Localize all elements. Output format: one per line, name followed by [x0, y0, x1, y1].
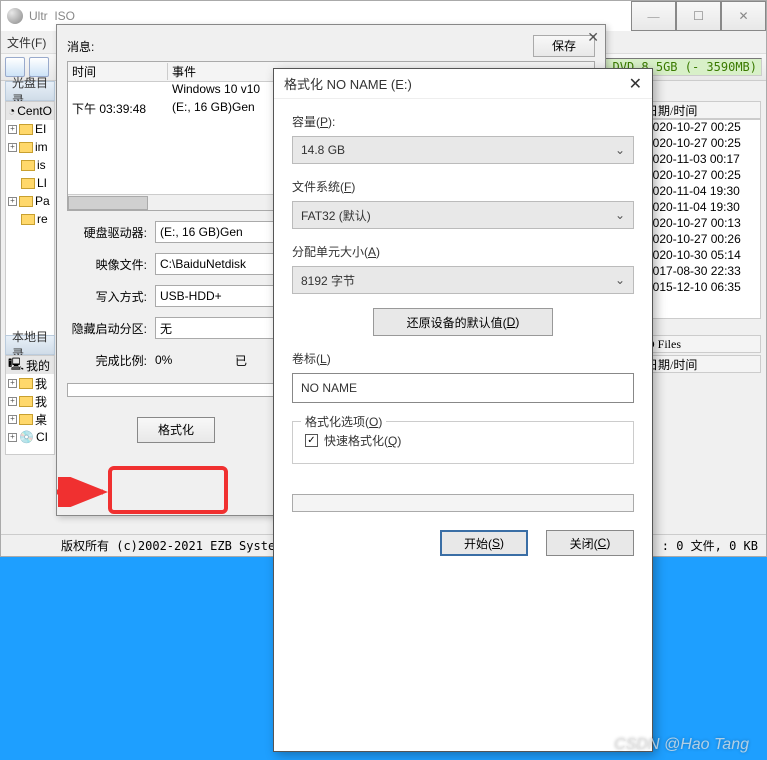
volume-label-input[interactable]: NO NAME — [292, 373, 634, 403]
local-pane-header: 本地目录 — [5, 335, 55, 355]
footer-stat: : 0 文件, 0 KB — [662, 537, 758, 554]
close-button[interactable]: 关闭(C) — [546, 530, 634, 556]
tree-row[interactable]: +桌 — [6, 410, 54, 428]
tree-row[interactable]: +我 — [6, 392, 54, 410]
col-time: 时间 — [68, 63, 168, 80]
disc-tree[interactable]: ◔CentO +EI +im is LI +Pa re — [5, 101, 55, 341]
checkbox-icon: ✓ — [305, 434, 318, 447]
tree-row[interactable]: re — [6, 210, 54, 228]
disc-pane-header: 光盘目录 — [5, 81, 55, 101]
local-list-header: D Files — [641, 335, 761, 353]
label-progress: 完成比例: — [67, 352, 147, 369]
chevron-down-icon: ⌄ — [615, 143, 625, 157]
start-button[interactable]: 开始(S) — [440, 530, 528, 556]
elapsed-label: 已 — [235, 352, 247, 369]
tree-row[interactable]: +EI — [6, 120, 54, 138]
arrow-icon — [55, 477, 115, 507]
list-item[interactable]: 2020-11-03 00:17 — [642, 152, 760, 168]
label-write: 写入方式: — [67, 288, 147, 305]
list-item[interactable]: 2020-10-30 05:14 — [642, 248, 760, 264]
label-drive: 硬盘驱动器: — [67, 224, 147, 241]
tree-row[interactable]: is — [6, 156, 54, 174]
list-header-date: 日期/时间 — [641, 101, 761, 119]
log-time: 下午 03:39:48 — [68, 100, 168, 118]
format-progress — [292, 494, 634, 512]
list-header-date2: 日期/时间 — [641, 355, 761, 373]
list-item[interactable]: 2020-11-04 19:30 — [642, 184, 760, 200]
chevron-down-icon: ⌄ — [615, 273, 625, 287]
list-item[interactable]: 2020-11-04 19:30 — [642, 200, 760, 216]
progress-pct: 0% — [155, 353, 235, 367]
watermark: CSDN @Hao Tang — [614, 736, 749, 754]
tree-row[interactable]: 🖳我的 — [6, 356, 54, 374]
tree-row[interactable]: +Pa — [6, 192, 54, 210]
label-capacity: 容量(P): — [292, 113, 634, 130]
local-tree[interactable]: 🖳我的 +我 +我 +桌 +💿CI — [5, 355, 55, 455]
list-item[interactable]: 2017-08-30 22:33 — [642, 264, 760, 280]
quick-format-checkbox[interactable]: ✓ 快速格式化(Q) — [305, 432, 621, 449]
minimize-button[interactable]: — — [631, 1, 676, 31]
chevron-down-icon: ⌄ — [615, 208, 625, 222]
format-dialog: 格式化 NO NAME (E:) ✕ 容量(P): 14.8 GB⌄ 文件系统(… — [273, 68, 653, 752]
tree-row[interactable]: +我 — [6, 374, 54, 392]
tree-row[interactable]: +im — [6, 138, 54, 156]
menu-file[interactable]: 文件(F) — [7, 34, 46, 51]
list-item[interactable]: 2020-10-27 00:25 — [642, 136, 760, 152]
list-item[interactable]: 2020-10-27 00:13 — [642, 216, 760, 232]
format-title: 格式化 NO NAME (E:) — [284, 74, 629, 93]
copyright: 版权所有 (c)2002-2021 EZB Systems — [1, 537, 290, 554]
format-titlebar: 格式化 NO NAME (E:) ✕ — [274, 69, 652, 99]
format-options-group: 格式化选项(O) ✓ 快速格式化(Q) — [292, 421, 634, 464]
format-button[interactable]: 格式化 — [137, 417, 215, 443]
label-filesystem: 文件系统(F) — [292, 178, 634, 195]
tree-row[interactable]: +💿CI — [6, 428, 54, 446]
window-title: Ultr ISO — [29, 9, 631, 23]
format-options-legend: 格式化选项(O) — [301, 413, 386, 430]
list-item[interactable]: 2020-10-27 00:25 — [642, 120, 760, 136]
label-hide: 隐藏启动分区: — [67, 320, 147, 337]
filesystem-select[interactable]: FAT32 (默认)⌄ — [292, 201, 634, 229]
maximize-button[interactable]: ☐ — [676, 1, 721, 31]
message-label: 消息: — [67, 38, 94, 55]
app-icon — [7, 8, 23, 24]
save-button[interactable]: 保存 — [533, 35, 595, 57]
allocation-select[interactable]: 8192 字节⌄ — [292, 266, 634, 294]
list-item[interactable]: 2015-12-10 06:35 — [642, 280, 760, 296]
label-image: 映像文件: — [67, 256, 147, 273]
label-allocation: 分配单元大小(A) — [292, 243, 634, 260]
file-list[interactable]: 2020-10-27 00:25 2020-10-27 00:25 2020-1… — [641, 119, 761, 319]
restore-defaults-button[interactable]: 还原设备的默认值(D) — [373, 308, 553, 336]
label-volume: 卷标(L) — [292, 350, 634, 367]
close-button[interactable]: ✕ — [721, 1, 766, 31]
tree-row[interactable]: ◔CentO — [6, 102, 54, 120]
tree-row[interactable]: LI — [6, 174, 54, 192]
window-controls: — ☐ ✕ — [631, 1, 766, 31]
capacity-select[interactable]: 14.8 GB⌄ — [292, 136, 634, 164]
list-item[interactable]: 2020-10-27 00:25 — [642, 168, 760, 184]
close-icon[interactable]: ✕ — [587, 29, 599, 46]
close-icon[interactable]: ✕ — [629, 74, 642, 94]
list-item[interactable]: 2020-10-27 00:26 — [642, 232, 760, 248]
